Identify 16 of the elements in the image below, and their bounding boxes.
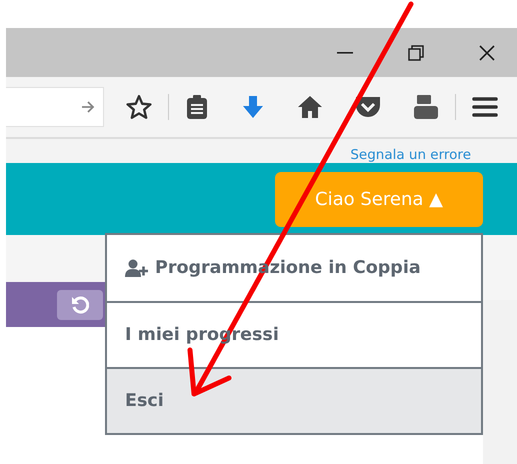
menu-item[interactable]: Esci [107, 367, 481, 433]
undo-icon [71, 296, 89, 314]
go-arrow-icon[interactable] [81, 101, 95, 113]
address-field[interactable] [6, 87, 104, 127]
star-icon[interactable] [126, 94, 152, 120]
report-error-link[interactable]: Segnala un errore [350, 147, 471, 163]
minimize-icon[interactable] [337, 52, 353, 54]
close-icon[interactable] [479, 44, 495, 60]
pocket-icon[interactable] [355, 95, 381, 119]
reset-button[interactable] [57, 290, 103, 320]
menu-icon[interactable] [472, 96, 498, 118]
add-user-icon [125, 259, 149, 277]
home-icon[interactable] [297, 95, 323, 119]
restore-icon[interactable] [408, 44, 424, 60]
download-icon[interactable] [241, 95, 265, 119]
clipboard-icon[interactable] [185, 94, 209, 120]
